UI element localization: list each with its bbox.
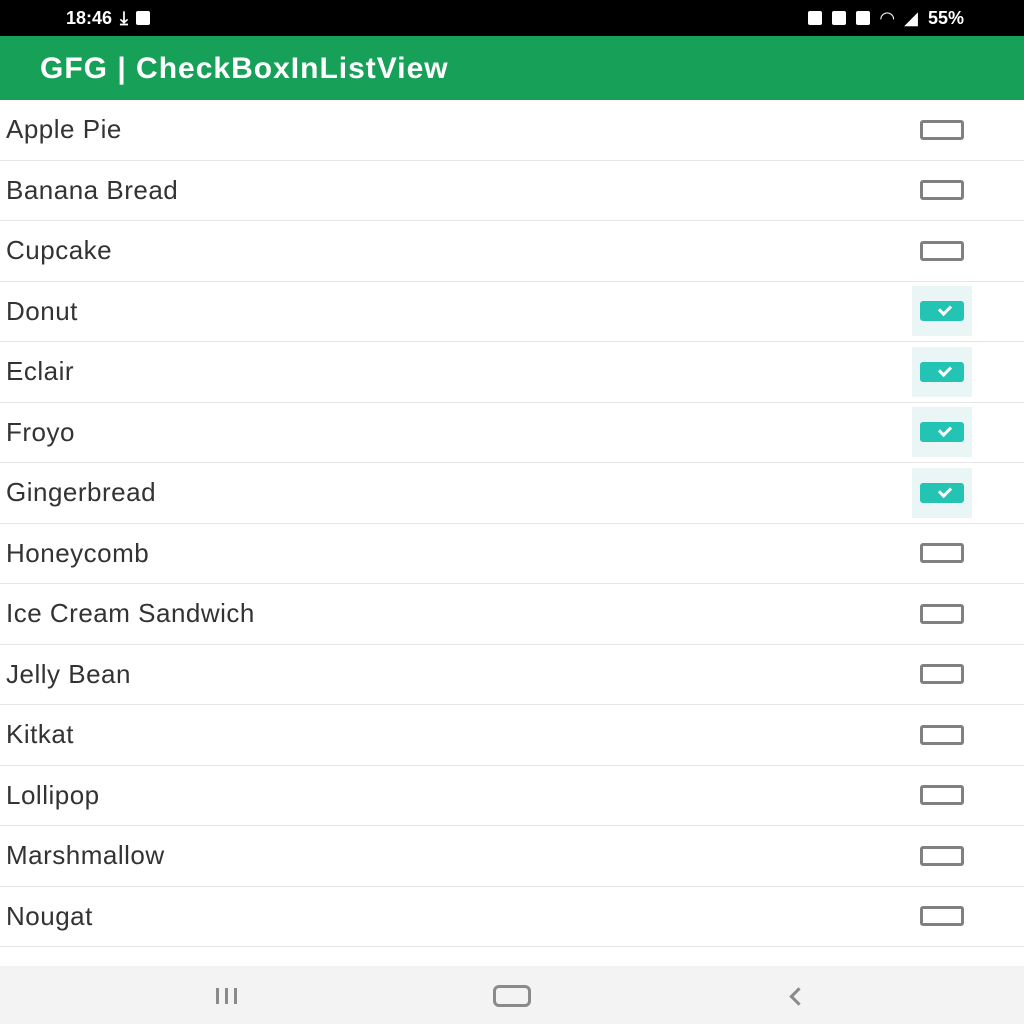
checkbox-unchecked[interactable] <box>920 785 964 806</box>
battery-level: 55% <box>927 8 964 28</box>
app-screen: 18:46 ⤓ ◠ ◢ 55% GFG | CheckBoxInListView… <box>0 0 1024 1024</box>
list-item[interactable]: Nougat <box>0 887 1024 947</box>
nfc-icon <box>832 11 847 25</box>
checkbox-unchecked[interactable] <box>920 603 964 624</box>
checkbox-wrapper <box>912 831 972 881</box>
checkbox-unchecked[interactable] <box>920 119 964 140</box>
checkbox-wrapper <box>912 346 972 397</box>
checkbox-unchecked[interactable] <box>920 240 964 261</box>
list-item[interactable]: Gingerbread <box>0 463 1024 524</box>
checkbox-wrapper <box>912 649 972 699</box>
list-item[interactable]: Banana Bread <box>0 161 1024 221</box>
checkbox-wrapper <box>912 105 972 155</box>
list-item[interactable]: Froyo <box>0 403 1024 463</box>
checkbox-checked[interactable] <box>920 422 964 443</box>
message-icon <box>136 11 151 25</box>
list-item-label: Donut <box>6 295 78 326</box>
status-left: 18:46 ⤓ <box>66 6 151 30</box>
list-item-label: Apple Pie <box>6 114 122 145</box>
checkbox-unchecked[interactable] <box>920 180 964 201</box>
signal-icon: ◢ <box>904 8 918 28</box>
checkbox-list[interactable]: Apple Pie Banana Bread Cupcake Donut Eclair F… <box>0 100 1024 960</box>
list-item-label: Lollipop <box>6 779 100 810</box>
home-icon <box>493 985 531 1007</box>
list-item[interactable]: Eclair <box>0 342 1024 403</box>
navigation-bar <box>0 966 1024 1024</box>
checkbox-checked[interactable] <box>920 361 964 382</box>
recents-icon <box>215 988 237 1004</box>
checkbox-wrapper <box>912 165 972 215</box>
recents-button[interactable] <box>196 978 256 1014</box>
mute-icon <box>856 11 871 25</box>
list-item[interactable]: Honeycomb <box>0 524 1024 584</box>
list-item[interactable]: Jelly Bean <box>0 645 1024 705</box>
wifi-icon: ◠ <box>880 8 895 28</box>
list-item-label: Jelly Bean <box>6 658 131 689</box>
list-item-label: Ice Cream Sandwich <box>6 598 255 629</box>
checkbox-wrapper <box>912 891 972 941</box>
status-bar: 18:46 ⤓ ◠ ◢ 55% <box>0 0 1024 36</box>
list-item-label: Kitkat <box>6 719 75 750</box>
checkbox-wrapper <box>912 467 972 518</box>
alarm-icon <box>808 11 823 25</box>
status-right: ◠ ◢ 55% <box>808 6 964 30</box>
checkbox-unchecked[interactable] <box>920 906 964 927</box>
download-icon: ⤓ <box>120 8 129 28</box>
checkbox-unchecked[interactable] <box>920 664 964 685</box>
checkbox-unchecked[interactable] <box>920 543 964 564</box>
list-item-label: Honeycomb <box>6 537 150 568</box>
list-item-label: Eclair <box>6 356 75 387</box>
list-item[interactable]: Marshmallow <box>0 826 1024 887</box>
list-item-label: Froyo <box>6 416 75 447</box>
list-item[interactable]: Kitkat <box>0 705 1024 766</box>
checkbox-wrapper <box>912 528 972 578</box>
list-item[interactable]: Cupcake <box>0 221 1024 282</box>
list-item-label: Cupcake <box>6 235 113 266</box>
checkbox-wrapper <box>912 286 972 337</box>
app-bar: GFG | CheckBoxInListView <box>0 36 1024 100</box>
checkbox-checked[interactable] <box>920 482 964 503</box>
list-item-label: Nougat <box>6 900 93 931</box>
checkbox-wrapper <box>912 589 972 639</box>
list-item-label: Gingerbread <box>6 477 157 508</box>
list-item[interactable]: Lollipop <box>0 766 1024 826</box>
list-item[interactable]: Apple Pie <box>0 100 1024 161</box>
list-item[interactable]: Donut <box>0 282 1024 342</box>
checkbox-checked[interactable] <box>920 301 964 322</box>
list-item-label: Marshmallow <box>6 840 165 871</box>
checkbox-unchecked[interactable] <box>920 845 964 866</box>
app-title: GFG | CheckBoxInListView <box>40 52 449 85</box>
list-item[interactable]: Ice Cream Sandwich <box>0 584 1024 645</box>
checkbox-wrapper <box>912 226 972 276</box>
home-button[interactable] <box>482 978 542 1014</box>
checkbox-wrapper <box>912 770 972 820</box>
checkbox-unchecked[interactable] <box>920 724 964 745</box>
checkbox-wrapper <box>912 407 972 458</box>
status-time: 18:46 <box>66 8 113 28</box>
back-icon <box>788 986 808 1006</box>
checkbox-wrapper <box>912 710 972 760</box>
back-button[interactable] <box>768 978 828 1014</box>
list-item-label: Banana Bread <box>6 174 179 205</box>
